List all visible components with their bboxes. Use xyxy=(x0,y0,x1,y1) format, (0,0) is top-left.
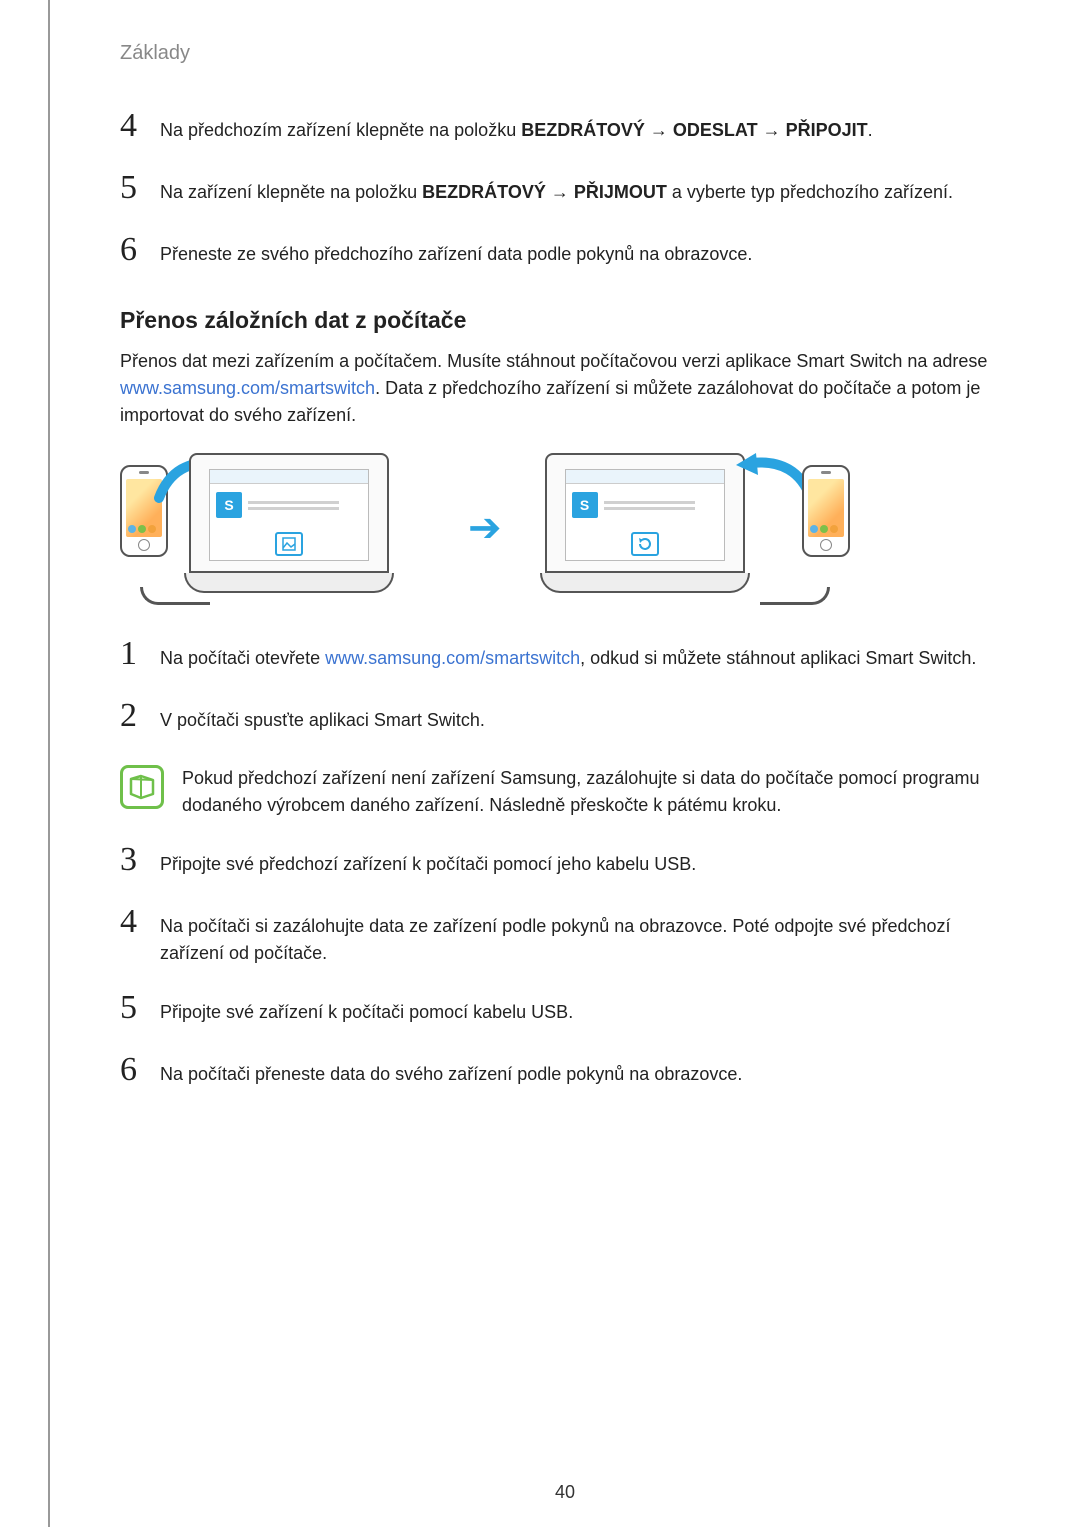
photo-icon xyxy=(275,532,303,556)
step-body: Na počítači si zazálohujte data ze zaříz… xyxy=(160,909,1010,967)
text: Přenos dat mezi zařízením a počítačem. M… xyxy=(120,351,987,371)
step-a-4: 4 Na předchozím zařízení klepněte na pol… xyxy=(120,113,1010,147)
bold-text: PŘIJMOUT xyxy=(574,182,667,202)
step-number: 3 xyxy=(120,843,144,877)
step-number: 5 xyxy=(120,991,144,1025)
page-header-section: Základy xyxy=(120,42,1010,65)
text: Na počítači otevřete xyxy=(160,648,325,668)
arrow: → xyxy=(758,120,786,140)
step-body: Na počítači přeneste data do svého zaříz… xyxy=(160,1057,1010,1088)
bold-text: BEZDRÁTOVÝ xyxy=(422,182,546,202)
cable-icon xyxy=(760,587,830,605)
text: a vyberte typ předchozího zařízení. xyxy=(667,182,953,202)
link-smartswitch[interactable]: www.samsung.com/smartswitch xyxy=(120,378,375,398)
note-icon xyxy=(120,765,164,809)
bold-text: PŘIPOJIT xyxy=(786,120,868,140)
app-tile-icon: S xyxy=(216,492,242,518)
diagram-phone-to-laptop: S xyxy=(120,453,450,603)
step-number: 2 xyxy=(120,699,144,733)
step-b-1: 1 Na počítači otevřete www.samsung.com/s… xyxy=(120,641,1010,675)
text: Na zařízení klepněte na položku xyxy=(160,182,422,202)
step-number: 4 xyxy=(120,109,144,143)
step-b-6: 6 Na počítači přeneste data do svého zař… xyxy=(120,1057,1010,1091)
step-a-6: 6 Přeneste ze svého předchozího zařízení… xyxy=(120,237,1010,271)
step-number: 1 xyxy=(120,637,144,671)
text: . xyxy=(868,120,873,140)
step-b-2: 2 V počítači spusťte aplikaci Smart Swit… xyxy=(120,703,1010,737)
app-tile-icon: S xyxy=(572,492,598,518)
step-body: Na předchozím zařízení klepněte na polož… xyxy=(160,113,1010,144)
step-body: V počítači spusťte aplikaci Smart Switch… xyxy=(160,703,1010,734)
phone-icon xyxy=(802,465,850,557)
text: Na předchozím zařízení klepněte na polož… xyxy=(160,120,521,140)
step-body: Na zařízení klepněte na položku BEZDRÁTO… xyxy=(160,175,1010,206)
step-body: Na počítači otevřete www.samsung.com/sma… xyxy=(160,641,1010,672)
section-paragraph: Přenos dat mezi zařízením a počítačem. M… xyxy=(120,348,1010,429)
step-body: Připojte své předchozí zařízení k počíta… xyxy=(160,847,1010,878)
text: , odkud si můžete stáhnout aplikaci Smar… xyxy=(580,648,976,668)
link-smartswitch[interactable]: www.samsung.com/smartswitch xyxy=(325,648,580,668)
step-a-5: 5 Na zařízení klepněte na položku BEZDRÁ… xyxy=(120,175,1010,209)
step-number: 6 xyxy=(120,1053,144,1087)
laptop-icon: S xyxy=(540,453,750,601)
step-number: 5 xyxy=(120,171,144,205)
bold-text: BEZDRÁTOVÝ xyxy=(521,120,645,140)
diagram-row: S ➔ S xyxy=(120,453,1010,603)
step-b-4: 4 Na počítači si zazálohujte data ze zař… xyxy=(120,909,1010,967)
section-title: Přenos záložních dat z počítače xyxy=(120,307,1010,334)
step-body: Připojte své zařízení k počítači pomocí … xyxy=(160,995,1010,1026)
refresh-icon xyxy=(631,532,659,556)
note-callout: Pokud předchozí zařízení není zařízení S… xyxy=(120,765,1010,819)
page: Základy 4 Na předchozím zařízení klepnět… xyxy=(48,0,1080,1527)
step-body: Přeneste ze svého předchozího zařízení d… xyxy=(160,237,1010,268)
step-number: 4 xyxy=(120,905,144,939)
step-b-3: 3 Připojte své předchozí zařízení k počí… xyxy=(120,847,1010,881)
arrow: → xyxy=(546,182,574,202)
cable-icon xyxy=(140,587,210,605)
arrow: → xyxy=(645,120,673,140)
diagram-laptop-to-phone: S xyxy=(520,453,850,603)
step-number: 6 xyxy=(120,233,144,267)
bold-text: ODESLAT xyxy=(673,120,758,140)
step-b-5: 5 Připojte své zařízení k počítači pomoc… xyxy=(120,995,1010,1029)
page-number: 40 xyxy=(555,1482,575,1503)
right-arrow-icon: ➔ xyxy=(468,505,502,551)
note-text: Pokud předchozí zařízení není zařízení S… xyxy=(182,765,1010,819)
laptop-icon: S xyxy=(184,453,394,601)
